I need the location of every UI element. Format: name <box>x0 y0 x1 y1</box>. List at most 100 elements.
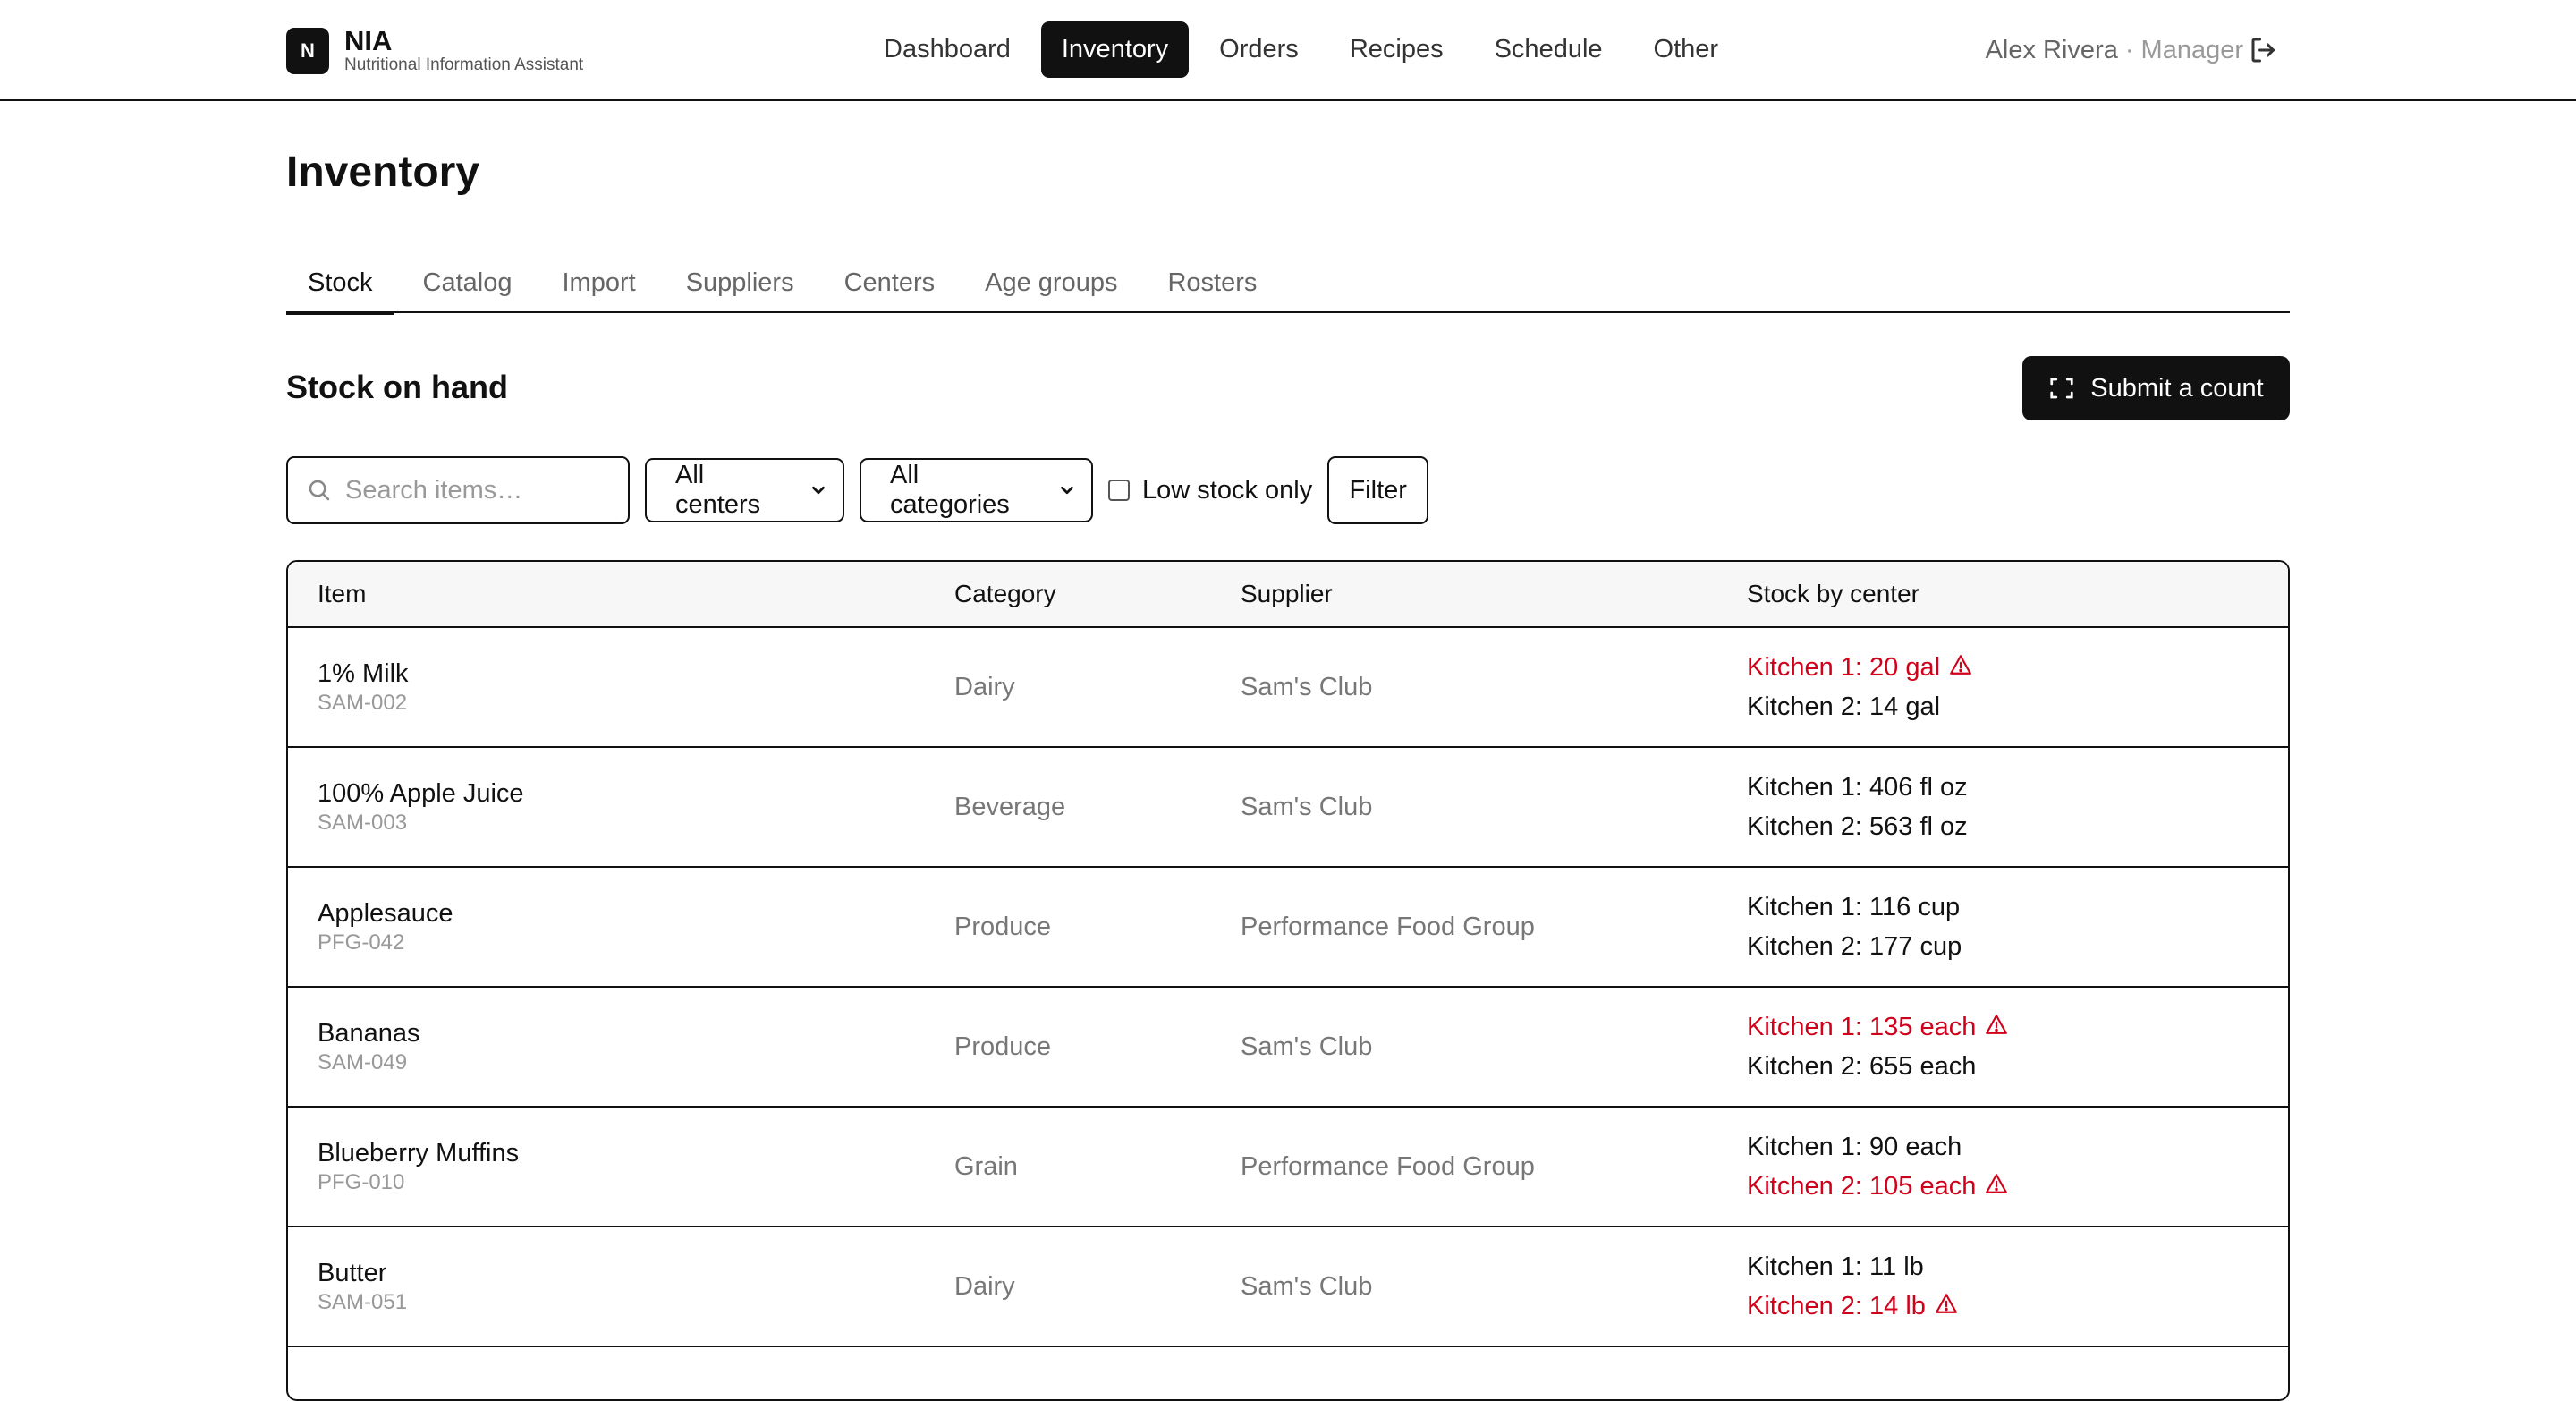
stock-text: Kitchen 1: 135 each <box>1747 1013 1977 1041</box>
logout-icon[interactable] <box>2248 34 2280 66</box>
header-item[interactable]: Item <box>318 580 366 608</box>
stock-line: Kitchen 1: 11 lb <box>1747 1247 1958 1286</box>
stock-line: Kitchen 1: 20 gal <box>1747 648 1972 687</box>
submit-count-button[interactable]: Submit a count <box>2022 356 2290 420</box>
supplier-cell: Sam's Club <box>1241 672 1373 701</box>
item-name[interactable]: Blueberry Muffins <box>318 1137 519 1169</box>
top-navigation-bar: N NIA Nutritional Information Assistant … <box>0 0 2576 101</box>
center-select[interactable]: All centers <box>645 458 844 522</box>
item-sku: PFG-010 <box>318 1170 405 1194</box>
category-cell: Dairy <box>954 672 1015 701</box>
item-name[interactable]: Bananas <box>318 1017 420 1049</box>
table-row[interactable]: 100% Apple Juice SAM-003 Beverage Sam's Clu… <box>288 748 2288 868</box>
nav-dashboard[interactable]: Dashboard <box>863 21 1031 78</box>
nav-other[interactable]: Other <box>1633 21 1740 78</box>
stock-text: Kitchen 2: 655 each <box>1747 1052 1977 1081</box>
category-select-value: All categories <box>890 461 1010 519</box>
header-category[interactable]: Category <box>954 580 1056 608</box>
tab-centers[interactable]: Centers <box>823 252 957 313</box>
brand-text: NIA Nutritional Information Assistant <box>344 27 583 75</box>
table-row[interactable]: Bananas SAM-049 Produce Sam's Club Kitchen 1… <box>288 988 2288 1108</box>
stock-text: Kitchen 1: 116 cup <box>1747 893 1961 921</box>
stock-cell: Kitchen 1: 406 fl oz Kitchen 2: 563 fl oz <box>1747 748 1968 866</box>
stock-cell: Kitchen 1: 20 gal Kitchen 2: 14 gal <box>1747 628 1972 746</box>
stock-text: Kitchen 2: 14 gal <box>1747 692 1941 721</box>
tab-suppliers[interactable]: Suppliers <box>665 252 816 313</box>
stock-line: Kitchen 1: 116 cup <box>1747 887 1962 927</box>
item-sku: PFG-042 <box>318 930 405 955</box>
item-cell: 100% Apple Juice SAM-003 <box>318 748 524 866</box>
stock-text: Kitchen 1: 90 each <box>1747 1133 1962 1161</box>
supplier-cell: Performance Food Group <box>1241 1151 1535 1181</box>
stock-text: Kitchen 2: 563 fl oz <box>1747 812 1968 841</box>
user-name: Alex Rivera <box>1985 35 2118 64</box>
item-name[interactable]: Applesauce <box>318 897 453 930</box>
supplier-cell: Sam's Club <box>1241 792 1373 821</box>
category-cell: Beverage <box>954 792 1066 821</box>
low-stock-checkbox[interactable] <box>1108 480 1130 501</box>
item-cell: Butter SAM-051 <box>318 1227 407 1346</box>
brand[interactable]: N NIA Nutritional Information Assistant <box>286 27 583 75</box>
category-cell: Grain <box>954 1151 1018 1181</box>
warning-icon <box>1985 1007 2008 1047</box>
table-row[interactable]: 1% Milk SAM-002 Dairy Sam's Club Kitchen 1: … <box>288 628 2288 748</box>
filter-bar: All centers All categories Low stock onl… <box>286 456 1429 524</box>
search-icon <box>309 480 330 501</box>
stock-line: Kitchen 2: 105 each <box>1747 1167 2008 1206</box>
item-cell: Applesauce PFG-042 <box>318 868 453 986</box>
inventory-tabs: Stock Catalog Import Suppliers Centers A… <box>286 252 2290 315</box>
stock-cell: Kitchen 1: 90 each Kitchen 2: 105 each <box>1747 1108 2008 1226</box>
warning-icon <box>1949 648 1972 687</box>
stock-line: Kitchen 1: 406 fl oz <box>1747 768 1968 807</box>
low-stock-label: Low stock only <box>1142 475 1313 505</box>
item-name[interactable]: Butter <box>318 1257 407 1289</box>
tab-rosters[interactable]: Rosters <box>1146 252 1278 313</box>
stock-line: Kitchen 2: 655 each <box>1747 1047 2008 1086</box>
table-row[interactable]: Blueberry Muffins PFG-010 Grain Performance… <box>288 1108 2288 1227</box>
stock-text: Kitchen 1: 20 gal <box>1747 653 1941 682</box>
stock-text: Kitchen 1: 406 fl oz <box>1747 773 1968 802</box>
search-box[interactable] <box>286 456 630 524</box>
section-title: Stock on hand <box>286 369 509 405</box>
item-sku: SAM-051 <box>318 1290 408 1314</box>
stock-text: Kitchen 2: 177 cup <box>1747 932 1962 961</box>
nav-inventory[interactable]: Inventory <box>1040 21 1190 78</box>
tab-age-groups[interactable]: Age groups <box>963 252 1139 313</box>
submit-count-label: Submit a count <box>2090 373 2264 403</box>
item-cell: 1% Milk SAM-002 <box>318 628 409 746</box>
tab-import[interactable]: Import <box>541 252 657 313</box>
nav-recipes[interactable]: Recipes <box>1329 21 1464 78</box>
scan-icon <box>2050 378 2073 399</box>
nav-orders[interactable]: Orders <box>1199 21 1319 78</box>
table-row[interactable]: Applesauce PFG-042 Produce Performance Food… <box>288 868 2288 988</box>
header-supplier[interactable]: Supplier <box>1241 580 1333 608</box>
page-title: Inventory <box>286 149 480 196</box>
supplier-cell: Performance Food Group <box>1241 912 1535 941</box>
item-sku: SAM-049 <box>318 1050 408 1074</box>
stock-line: Kitchen 2: 14 lb <box>1747 1286 1958 1326</box>
user-role: Manager <box>2140 35 2243 64</box>
item-name[interactable]: 100% Apple Juice <box>318 777 524 810</box>
header-stock[interactable]: Stock by center <box>1747 580 1919 608</box>
stock-table: Item Category Supplier Stock by center 1… <box>286 560 2290 1401</box>
low-stock-toggle[interactable]: Low stock only <box>1108 476 1312 505</box>
chevron-down-icon <box>1061 486 1073 495</box>
user-separator: · <box>2124 35 2134 64</box>
stock-line: Kitchen 2: 177 cup <box>1747 927 1962 966</box>
supplier-cell: Sam's Club <box>1241 1032 1373 1061</box>
user-info: Alex Rivera · Manager <box>1986 27 2243 73</box>
app-subtitle: Nutritional Information Assistant <box>344 55 584 74</box>
stock-line: Kitchen 1: 135 each <box>1747 1007 2008 1047</box>
tab-catalog[interactable]: Catalog <box>402 252 534 313</box>
tab-stock[interactable]: Stock <box>286 252 394 315</box>
filter-button[interactable]: Filter <box>1327 456 1429 524</box>
table-row[interactable]: Butter SAM-051 Dairy Sam's Club Kitchen 1: 1… <box>288 1227 2288 1347</box>
warning-icon <box>1985 1167 2008 1206</box>
search-input[interactable] <box>345 475 614 505</box>
stock-cell: Kitchen 1: 135 each Kitchen 2: 655 each <box>1747 988 2008 1106</box>
nav-schedule[interactable]: Schedule <box>1474 21 1623 78</box>
item-name[interactable]: 1% Milk <box>318 658 409 690</box>
table-body: 1% Milk SAM-002 Dairy Sam's Club Kitchen 1: … <box>288 628 2288 1347</box>
category-select[interactable]: All categories <box>860 458 1093 522</box>
stock-cell: Kitchen 1: 11 lb Kitchen 2: 14 lb <box>1747 1227 1958 1346</box>
